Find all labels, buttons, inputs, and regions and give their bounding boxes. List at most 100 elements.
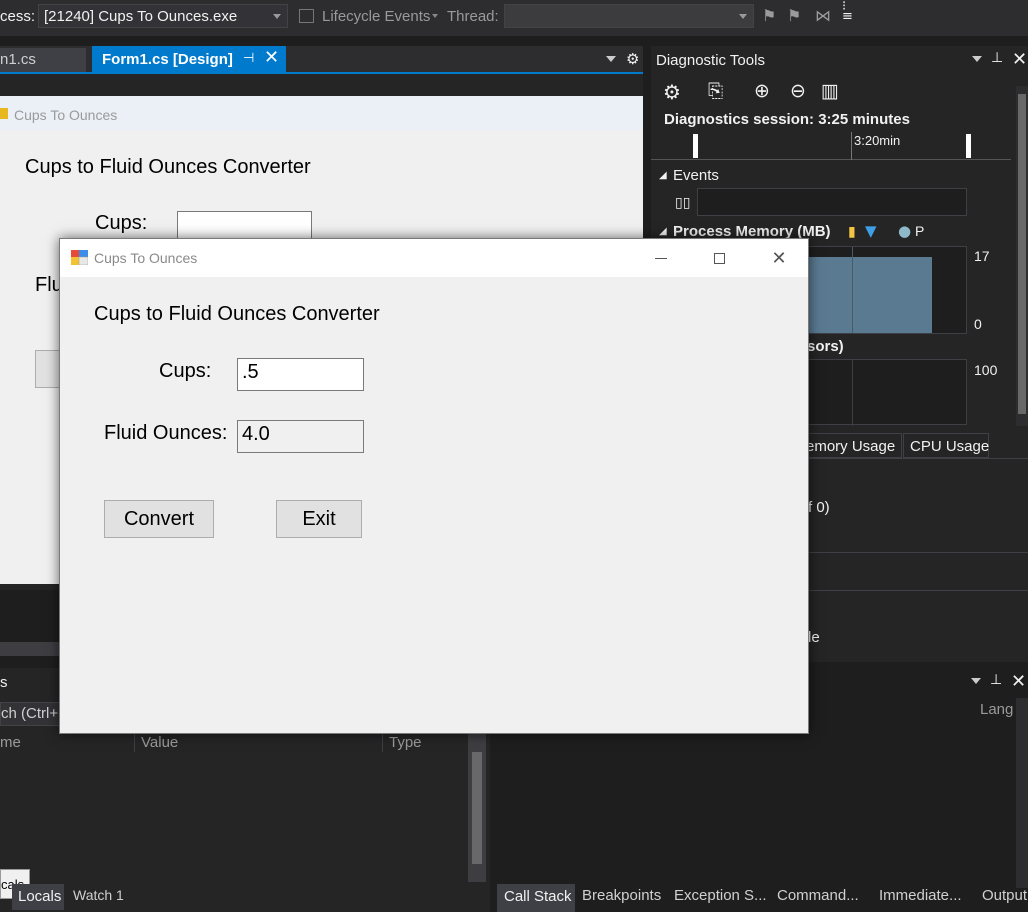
thread-combo[interactable] bbox=[504, 4, 754, 28]
chevron-down-icon[interactable] bbox=[972, 56, 982, 62]
pin-icon[interactable]: ⊥ bbox=[991, 50, 1003, 66]
snapshot-marker-icon: ▼ bbox=[865, 222, 877, 240]
minimize-icon bbox=[655, 257, 667, 259]
exit-button[interactable]: Exit bbox=[276, 500, 362, 538]
row-of0: f 0) bbox=[808, 499, 830, 516]
close-icon[interactable]: ✕ bbox=[1011, 671, 1026, 692]
pin-icon[interactable]: ⊥ bbox=[990, 672, 1002, 688]
memory-min: 0 bbox=[974, 316, 982, 332]
divider bbox=[805, 458, 1028, 459]
app-icon bbox=[71, 250, 89, 266]
diagnostic-title: Diagnostic Tools bbox=[656, 52, 765, 69]
ounces-output: 4.0 bbox=[237, 420, 364, 453]
pin-icon[interactable]: ⊣ bbox=[243, 51, 254, 66]
process-value: [21240] Cups To Ounces.exe bbox=[44, 8, 238, 25]
settings-gear-icon[interactable]: ⚙ bbox=[663, 80, 681, 104]
pause-icon[interactable]: ▯▯ bbox=[675, 195, 690, 211]
cups-input[interactable]: .5 bbox=[237, 358, 364, 391]
flag-threads-icon[interactable]: ⚑ bbox=[787, 6, 801, 25]
designer-heading: Cups to Fluid Ounces Converter bbox=[25, 156, 311, 178]
tab-label: emory Usage bbox=[806, 438, 896, 455]
tab-label: Call Stack bbox=[504, 888, 572, 905]
locals-scroll-thumb[interactable] bbox=[472, 752, 482, 864]
suspend-icon[interactable]: ⋈ bbox=[815, 6, 831, 25]
designer-cups-textbox[interactable] bbox=[177, 211, 312, 241]
memory-area bbox=[802, 257, 932, 333]
tab-command-window[interactable]: Command... bbox=[777, 887, 859, 909]
memory-gridline bbox=[852, 247, 853, 333]
heading: Cups to Fluid Ounces Converter bbox=[94, 303, 380, 325]
memory-legend-p: P bbox=[915, 223, 925, 239]
cpu-chart[interactable] bbox=[801, 359, 967, 426]
divider bbox=[805, 552, 1028, 553]
export-icon[interactable]: ⎘ bbox=[708, 80, 723, 102]
zoom-in-icon[interactable]: ⊕ bbox=[754, 80, 770, 102]
col-type: Type bbox=[389, 734, 422, 751]
memory-chart[interactable] bbox=[801, 246, 967, 334]
tab-output[interactable]: Output bbox=[982, 887, 1027, 909]
tab-locals[interactable]: Locals bbox=[12, 884, 64, 910]
tab-form1-design[interactable]: Form1.cs [Design] ⊣ ✕ bbox=[92, 46, 286, 72]
minimize-button[interactable] bbox=[638, 239, 684, 277]
window-title: Cups To Ounces bbox=[94, 250, 198, 266]
window-titlebar[interactable]: Cups To Ounces ✕ bbox=[60, 239, 808, 277]
divider bbox=[805, 590, 1028, 591]
lifecycle-icon bbox=[299, 9, 314, 23]
timeline-ruler[interactable]: 3:20min bbox=[651, 132, 1011, 160]
fluid-ounces-label: Fluid Ounces: bbox=[104, 422, 228, 444]
close-icon[interactable]: ✕ bbox=[264, 47, 279, 68]
collapse-icon[interactable]: ◢ bbox=[659, 226, 667, 237]
timeline-end-handle[interactable] bbox=[966, 134, 971, 158]
session-duration: Diagnostics session: 3:25 minutes bbox=[664, 111, 910, 128]
locals-scrollbar[interactable] bbox=[468, 732, 486, 882]
diag-scroll-thumb[interactable] bbox=[1018, 94, 1026, 414]
cpu-max: 100 bbox=[974, 362, 998, 378]
overflow-icon[interactable]: ⁝ ≡ bbox=[842, 0, 853, 23]
thread-label: Thread: bbox=[447, 8, 499, 25]
close-icon: ✕ bbox=[771, 247, 787, 269]
diag-scrollbar[interactable] bbox=[1016, 86, 1028, 426]
timeline-start-handle[interactable] bbox=[693, 134, 698, 158]
col-divider bbox=[134, 732, 135, 752]
cpu-gridline bbox=[852, 360, 853, 426]
tab-cpu-usage[interactable]: CPU Usage bbox=[903, 433, 989, 458]
lifecycle-events[interactable]: Lifecycle Events bbox=[322, 8, 430, 25]
cups-label: Cups: bbox=[159, 360, 212, 382]
chart-icon[interactable]: ▥ bbox=[821, 80, 839, 102]
events-track[interactable] bbox=[697, 188, 967, 216]
tab-watch1[interactable]: Watch 1 bbox=[73, 887, 124, 909]
timeline-tick bbox=[851, 132, 852, 160]
convert-button[interactable]: Convert bbox=[104, 500, 214, 538]
chevron-down-icon[interactable] bbox=[971, 678, 981, 684]
tab-immediate[interactable]: Immediate... bbox=[879, 887, 962, 909]
locals-title: s bbox=[0, 674, 8, 691]
tab-exception-settings[interactable]: Exception S... bbox=[674, 887, 767, 909]
cups-to-ounces-window: Cups To Ounces ✕ Cups to Fluid Ounces Co… bbox=[59, 238, 809, 734]
flag-icon[interactable]: ⚑ bbox=[762, 6, 776, 25]
designer-form-titlebar: Cups To Ounces bbox=[0, 96, 643, 130]
close-button[interactable]: ✕ bbox=[756, 239, 802, 277]
zoom-out-icon[interactable]: ⊖ bbox=[790, 80, 806, 102]
tab-label: Form1.cs [Design] bbox=[102, 51, 233, 68]
close-icon[interactable]: ✕ bbox=[1012, 49, 1027, 70]
row-le: le bbox=[808, 629, 820, 646]
collapse-icon[interactable]: ◢ bbox=[659, 170, 667, 181]
process-combo[interactable]: [21240] Cups To Ounces.exe bbox=[38, 4, 288, 28]
timeline-label: 3:20min bbox=[854, 133, 901, 148]
tab-label: n1.cs bbox=[0, 51, 36, 68]
chevron-down-icon bbox=[739, 14, 747, 19]
callstack-scrollbar[interactable] bbox=[1016, 698, 1028, 888]
cpu-label-partial: sors) bbox=[807, 338, 844, 355]
legend-dot-icon: ● bbox=[898, 222, 912, 240]
chevron-down-icon bbox=[273, 14, 281, 19]
tab-call-stack[interactable]: Call Stack bbox=[497, 884, 575, 912]
tab-breakpoints[interactable]: Breakpoints bbox=[582, 887, 661, 909]
maximize-button[interactable] bbox=[696, 239, 742, 277]
memory-max: 17 bbox=[974, 248, 990, 264]
chevron-down-icon[interactable] bbox=[606, 56, 616, 62]
tab-memory-usage[interactable]: emory Usage bbox=[805, 433, 902, 458]
tab-form1-cs[interactable]: n1.cs bbox=[0, 48, 86, 72]
gear-icon[interactable]: ⚙ bbox=[626, 50, 639, 68]
debug-toolbar: cess: [21240] Cups To Ounces.exe Lifecyc… bbox=[0, 0, 1028, 36]
designer-form-title: Cups To Ounces bbox=[14, 107, 118, 123]
